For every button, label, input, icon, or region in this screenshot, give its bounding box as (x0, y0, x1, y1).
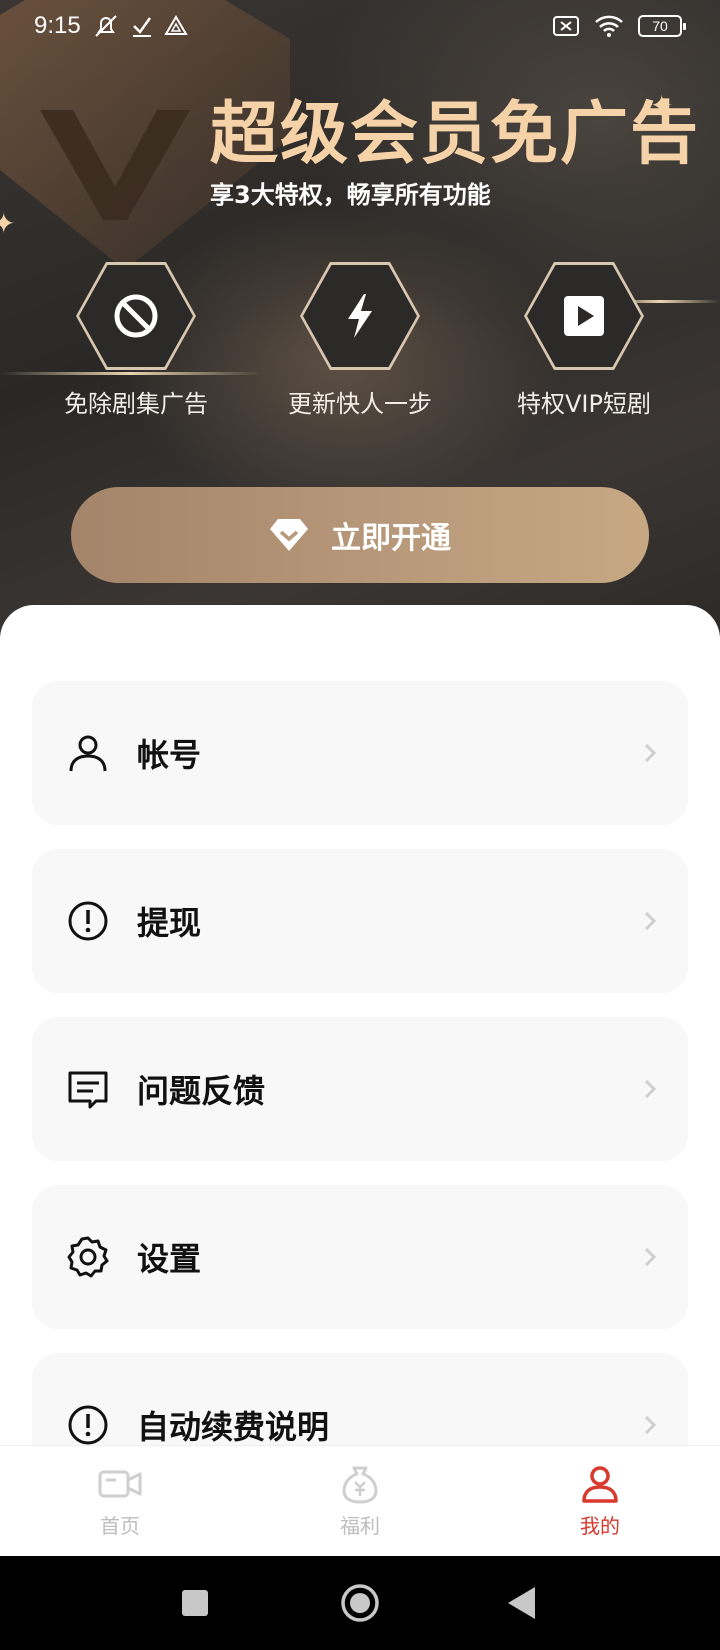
sparkle-icon: ✦ (0, 207, 16, 240)
money-bag-icon (342, 1466, 378, 1504)
status-bar: 9:15 70 (0, 0, 720, 54)
menu-item-label: 问题反馈 (137, 1072, 266, 1110)
activate-vip-label: 立即开通 (331, 521, 451, 556)
no-ads-icon (114, 294, 158, 338)
video-camera-icon (98, 1470, 142, 1498)
status-icons-left (92, 14, 188, 38)
user-icon (69, 735, 107, 772)
user-icon (582, 1466, 618, 1503)
check-icon (133, 17, 152, 37)
tab-mine[interactable]: 我的 (520, 1446, 680, 1557)
hero-title: 超级会员免广告 (210, 95, 701, 174)
tab-home[interactable]: 首页 (40, 1446, 200, 1557)
menu-item-account[interactable]: 帐号 (32, 681, 688, 825)
status-icons-right: 70 (552, 14, 686, 38)
tab-label: 福利 (340, 1514, 380, 1538)
tab-label: 首页 (100, 1514, 140, 1538)
feature-faster-updates: 更新快人一步 (250, 262, 470, 419)
hexagon-frame (524, 262, 644, 370)
tab-rewards[interactable]: 福利 (280, 1446, 440, 1557)
hexagon-frame (300, 262, 420, 370)
menu-item-settings[interactable]: 设置 (32, 1185, 688, 1329)
alert-circle-icon (68, 1405, 108, 1445)
sim-off-icon (553, 16, 579, 36)
gear-icon (67, 1236, 109, 1278)
menu-item-label: 设置 (137, 1240, 202, 1278)
chevron-right-icon (644, 743, 657, 763)
menu-item-feedback[interactable]: 问题反馈 (32, 1017, 688, 1161)
drive-icon (164, 15, 188, 35)
chevron-right-icon (644, 1415, 657, 1435)
chevron-right-icon (644, 1247, 657, 1267)
chevron-right-icon (644, 911, 657, 931)
feature-vip-dramas: 特权VIP短剧 (474, 262, 694, 419)
alert-circle-icon (68, 901, 108, 941)
wifi-icon (595, 15, 623, 37)
activate-vip-button[interactable]: 立即开通 (71, 487, 649, 583)
feature-no-ads: 免除剧集广告 (26, 262, 246, 419)
back-button[interactable] (507, 1586, 537, 1620)
message-icon (68, 1071, 108, 1109)
menu-item-label: 自动续费说明 (137, 1408, 330, 1445)
profile-menu-sheet: 帐号 提现 问题反馈 设置 自动续费说明 (0, 605, 720, 1445)
play-icon (564, 296, 604, 336)
bottom-tab-bar: 首页 福利 我的 (0, 1445, 720, 1556)
menu-item-withdraw[interactable]: 提现 (32, 849, 688, 993)
muted-icon (95, 15, 117, 37)
status-time: 9:15 (34, 12, 81, 39)
battery-icon: 70 (638, 15, 686, 37)
tab-label: 我的 (580, 1514, 620, 1538)
home-button[interactable] (340, 1583, 380, 1623)
vip-features: 免除剧集广告 更新快人一步 特权VIP短剧 (0, 262, 720, 432)
recent-apps-button[interactable] (181, 1589, 209, 1617)
menu-item-auto-renewal[interactable]: 自动续费说明 (32, 1353, 688, 1445)
menu-item-label: 帐号 (137, 736, 202, 774)
vip-hero-banner: ✦ ✦ 超级会员免广告 享3大特权，畅享所有功能 免除剧集广告 更新快人一步 特… (0, 0, 720, 640)
lightning-icon (348, 294, 372, 338)
system-navigation-bar (0, 1556, 720, 1650)
hero-subtitle: 享3大特权，畅享所有功能 (210, 181, 491, 209)
feature-label: 更新快人一步 (288, 390, 432, 418)
hexagon-frame (76, 262, 196, 370)
diamond-icon (270, 519, 308, 551)
feature-label: 免除剧集广告 (64, 390, 208, 418)
chevron-right-icon (644, 1079, 657, 1099)
feature-label: 特权VIP短剧 (517, 390, 651, 418)
menu-item-label: 提现 (137, 904, 202, 942)
